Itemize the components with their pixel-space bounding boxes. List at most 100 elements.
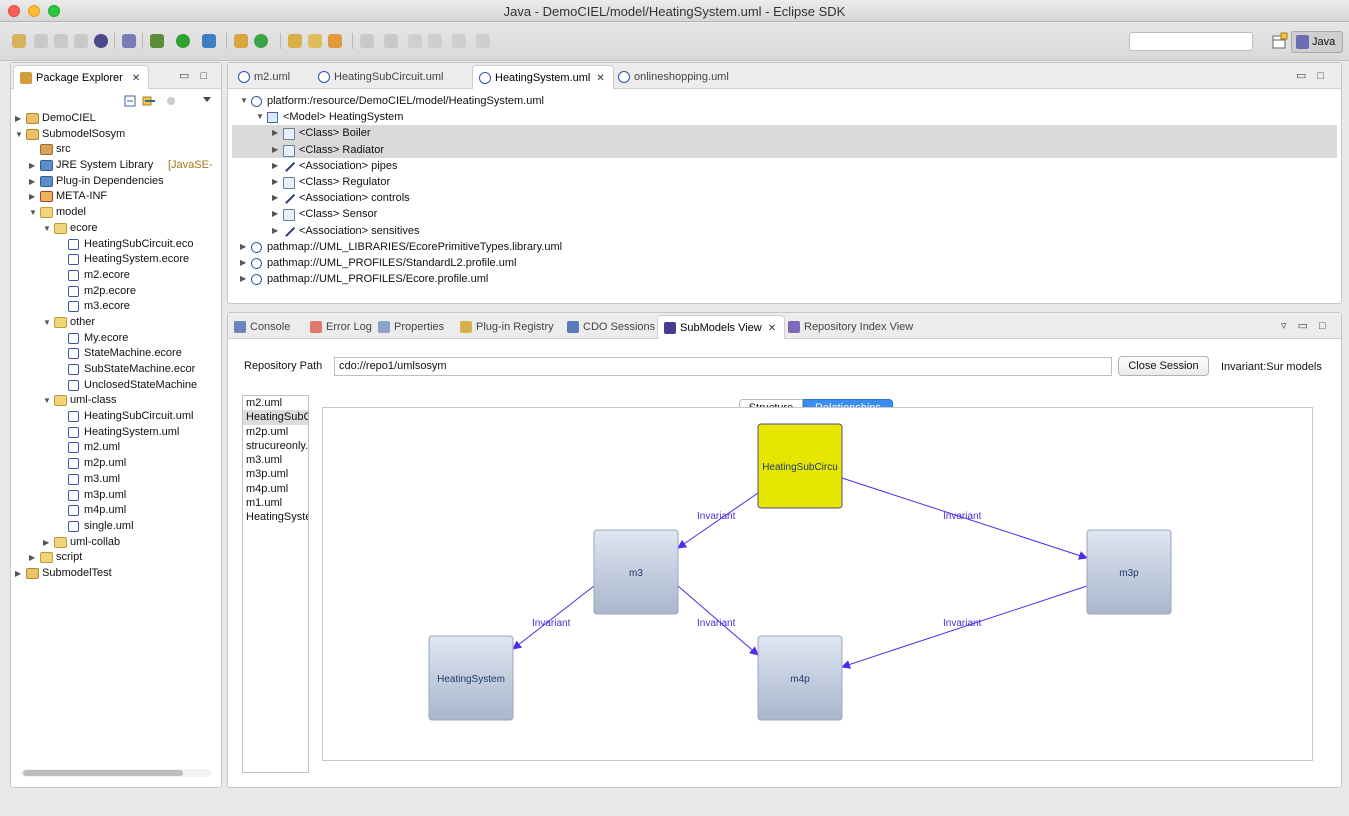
minimize-maximize-icon[interactable]: ▭ □: [179, 69, 211, 82]
expand-arrow-right-icon[interactable]: ▶: [272, 125, 278, 141]
next-annotation-icon[interactable]: [360, 34, 374, 48]
expand-arrow-right-icon[interactable]: ▶: [272, 158, 278, 174]
tab-package-explorer[interactable]: Package Explorer ✕: [13, 65, 150, 89]
graph-node-m3[interactable]: m3: [593, 529, 679, 615]
collapse-all-icon[interactable]: [124, 95, 136, 107]
tab-view[interactable]: Properties: [372, 315, 452, 339]
link-with-editor-icon[interactable]: [142, 96, 155, 106]
expand-arrow-right-icon[interactable]: ▶: [272, 223, 278, 239]
tree-item[interactable]: m2.uml: [11, 440, 221, 456]
tab-editor-file[interactable]: HeatingSubCircuit.uml: [312, 65, 451, 89]
expand-arrow-right-icon[interactable]: ▶: [15, 566, 25, 582]
tree-item[interactable]: ▶ META-INF: [11, 189, 221, 205]
java-perspective-button[interactable]: Java: [1291, 31, 1343, 53]
tree-item[interactable]: m3p.uml: [11, 488, 221, 504]
graph-node-m4p[interactable]: m4p: [757, 635, 843, 721]
tab-editor-file[interactable]: HeatingSystem.uml ✕: [472, 65, 614, 89]
model-list-item[interactable]: HeatingSyste: [243, 510, 308, 524]
horizontal-scrollbar[interactable]: [21, 769, 211, 777]
tab-view[interactable]: Error Log: [304, 315, 380, 339]
expand-arrow-right-icon[interactable]: ▶: [240, 239, 246, 255]
expand-arrow-right-icon[interactable]: ▶: [29, 158, 39, 174]
expand-arrow-down-icon[interactable]: ▼: [240, 93, 248, 109]
model-tree-item[interactable]: ▶ <Class> Regulator: [232, 174, 1337, 190]
print-icon[interactable]: [74, 34, 88, 48]
model-tree-item[interactable]: ▶ pathmap://UML_PROFILES/StandardL2.profi…: [232, 255, 1337, 271]
expand-arrow-right-icon[interactable]: ▶: [272, 190, 278, 206]
expand-arrow-down-icon[interactable]: ▼: [256, 109, 264, 125]
cdo-icon[interactable]: [94, 34, 108, 48]
graph-node-m3p[interactable]: m3p: [1086, 529, 1172, 615]
tab-view[interactable]: CDO Sessions: [561, 315, 663, 339]
tree-item[interactable]: HeatingSystem.ecore: [11, 252, 221, 268]
tree-item[interactable]: ▶ uml-collab: [11, 535, 221, 551]
tree-item[interactable]: ▼ uml-class: [11, 393, 221, 409]
model-tree-item[interactable]: ▼ platform:/resource/DemoCIEL/model/Heati…: [232, 93, 1337, 109]
tree-item[interactable]: ▶ script: [11, 550, 221, 566]
tree-item[interactable]: ▼ ecore: [11, 221, 221, 237]
run-icon[interactable]: [176, 34, 190, 48]
pin-editor-icon[interactable]: [476, 34, 490, 48]
expand-arrow-right-icon[interactable]: ▶: [272, 206, 278, 222]
expand-arrow-down-icon[interactable]: ▼: [15, 127, 25, 143]
model-list-item[interactable]: m2p.uml: [243, 425, 308, 439]
model-list-item[interactable]: m4p.uml: [243, 482, 308, 496]
expand-arrow-down-icon[interactable]: ▼: [29, 205, 39, 221]
minimize-maximize-icon[interactable]: ▭ □: [1296, 69, 1328, 82]
tree-item[interactable]: ▼ model: [11, 205, 221, 221]
tab-view[interactable]: Repository Index View: [782, 315, 921, 339]
tree-item[interactable]: ▶ Plug-in Dependencies: [11, 174, 221, 190]
model-tree-item[interactable]: ▶ <Association> pipes: [232, 158, 1337, 174]
expand-arrow-right-icon[interactable]: ▶: [272, 142, 278, 158]
open-folder-icon[interactable]: [308, 34, 322, 48]
graph-node-hs[interactable]: HeatingSystem: [428, 635, 514, 721]
expand-arrow-down-icon[interactable]: ▼: [43, 315, 53, 331]
tree-item[interactable]: ▶ SubmodelTest: [11, 566, 221, 582]
last-edit-icon[interactable]: [408, 34, 422, 48]
tab-editor-file[interactable]: onlineshopping.uml: [612, 65, 737, 89]
model-tree-item[interactable]: ▶ <Class> Radiator: [232, 141, 1337, 158]
tree-item[interactable]: SubStateMachine.ecor: [11, 362, 221, 378]
model-tree-item[interactable]: ▶ <Association> controls: [232, 190, 1337, 206]
model-tree-item[interactable]: ▶ <Class> Sensor: [232, 206, 1337, 222]
quick-access-input[interactable]: [1129, 32, 1253, 51]
scrollbar-thumb[interactable]: [23, 770, 183, 776]
new-java-package-icon[interactable]: [234, 34, 248, 48]
close-icon[interactable]: ✕: [596, 73, 604, 84]
tree-item[interactable]: m4p.uml: [11, 503, 221, 519]
tree-item[interactable]: m2p.ecore: [11, 284, 221, 300]
tree-item[interactable]: src: [11, 142, 221, 158]
view-menu-minimize-maximize-icon[interactable]: ▿ ▭ □: [1281, 319, 1330, 332]
focus-icon[interactable]: [167, 97, 175, 105]
tree-item[interactable]: My.ecore: [11, 331, 221, 347]
previous-annotation-icon[interactable]: [384, 34, 398, 48]
expand-arrow-right-icon[interactable]: ▶: [43, 535, 53, 551]
open-perspective-icon[interactable]: [1270, 32, 1288, 52]
tree-item[interactable]: single.uml: [11, 519, 221, 535]
tree-item[interactable]: m2p.uml: [11, 456, 221, 472]
model-tree-item[interactable]: ▶ pathmap://UML_PROFILES/Ecore.profile.um…: [232, 271, 1337, 287]
expand-arrow-right-icon[interactable]: ▶: [240, 271, 246, 287]
view-menu-icon[interactable]: [203, 97, 211, 102]
model-tree-item[interactable]: ▶ <Association> sensitives: [232, 223, 1337, 239]
model-list-item[interactable]: m3p.uml: [243, 467, 308, 481]
model-list-item[interactable]: m2.uml: [243, 396, 308, 410]
expand-arrow-down-icon[interactable]: ▼: [43, 221, 53, 237]
model-tree-item[interactable]: ▼ <Model> HeatingSystem: [232, 109, 1337, 125]
new-java-class-icon[interactable]: [254, 34, 268, 48]
graph-node-hsc[interactable]: HeatingSubCircu: [757, 423, 843, 509]
tree-item[interactable]: m3.uml: [11, 472, 221, 488]
back-icon[interactable]: [428, 34, 442, 48]
edit-icon[interactable]: [328, 34, 342, 48]
tree-item[interactable]: ▶ JRE System Library [JavaSE-: [11, 158, 221, 174]
close-icon[interactable]: ✕: [132, 73, 140, 84]
model-list-item[interactable]: m1.uml: [243, 496, 308, 510]
tree-item[interactable]: HeatingSubCircuit.eco: [11, 237, 221, 253]
expand-arrow-right-icon[interactable]: ▶: [15, 111, 25, 127]
skip-breakpoints-icon[interactable]: [122, 34, 136, 48]
tab-view[interactable]: Plug-in Registry: [454, 315, 562, 339]
close-icon[interactable]: ✕: [768, 323, 776, 334]
model-tree-item[interactable]: ▶ pathmap://UML_LIBRARIES/EcorePrimitiveT…: [232, 239, 1337, 255]
model-list-item[interactable]: m3.uml: [243, 453, 308, 467]
run-external-tools-icon[interactable]: [202, 34, 216, 48]
